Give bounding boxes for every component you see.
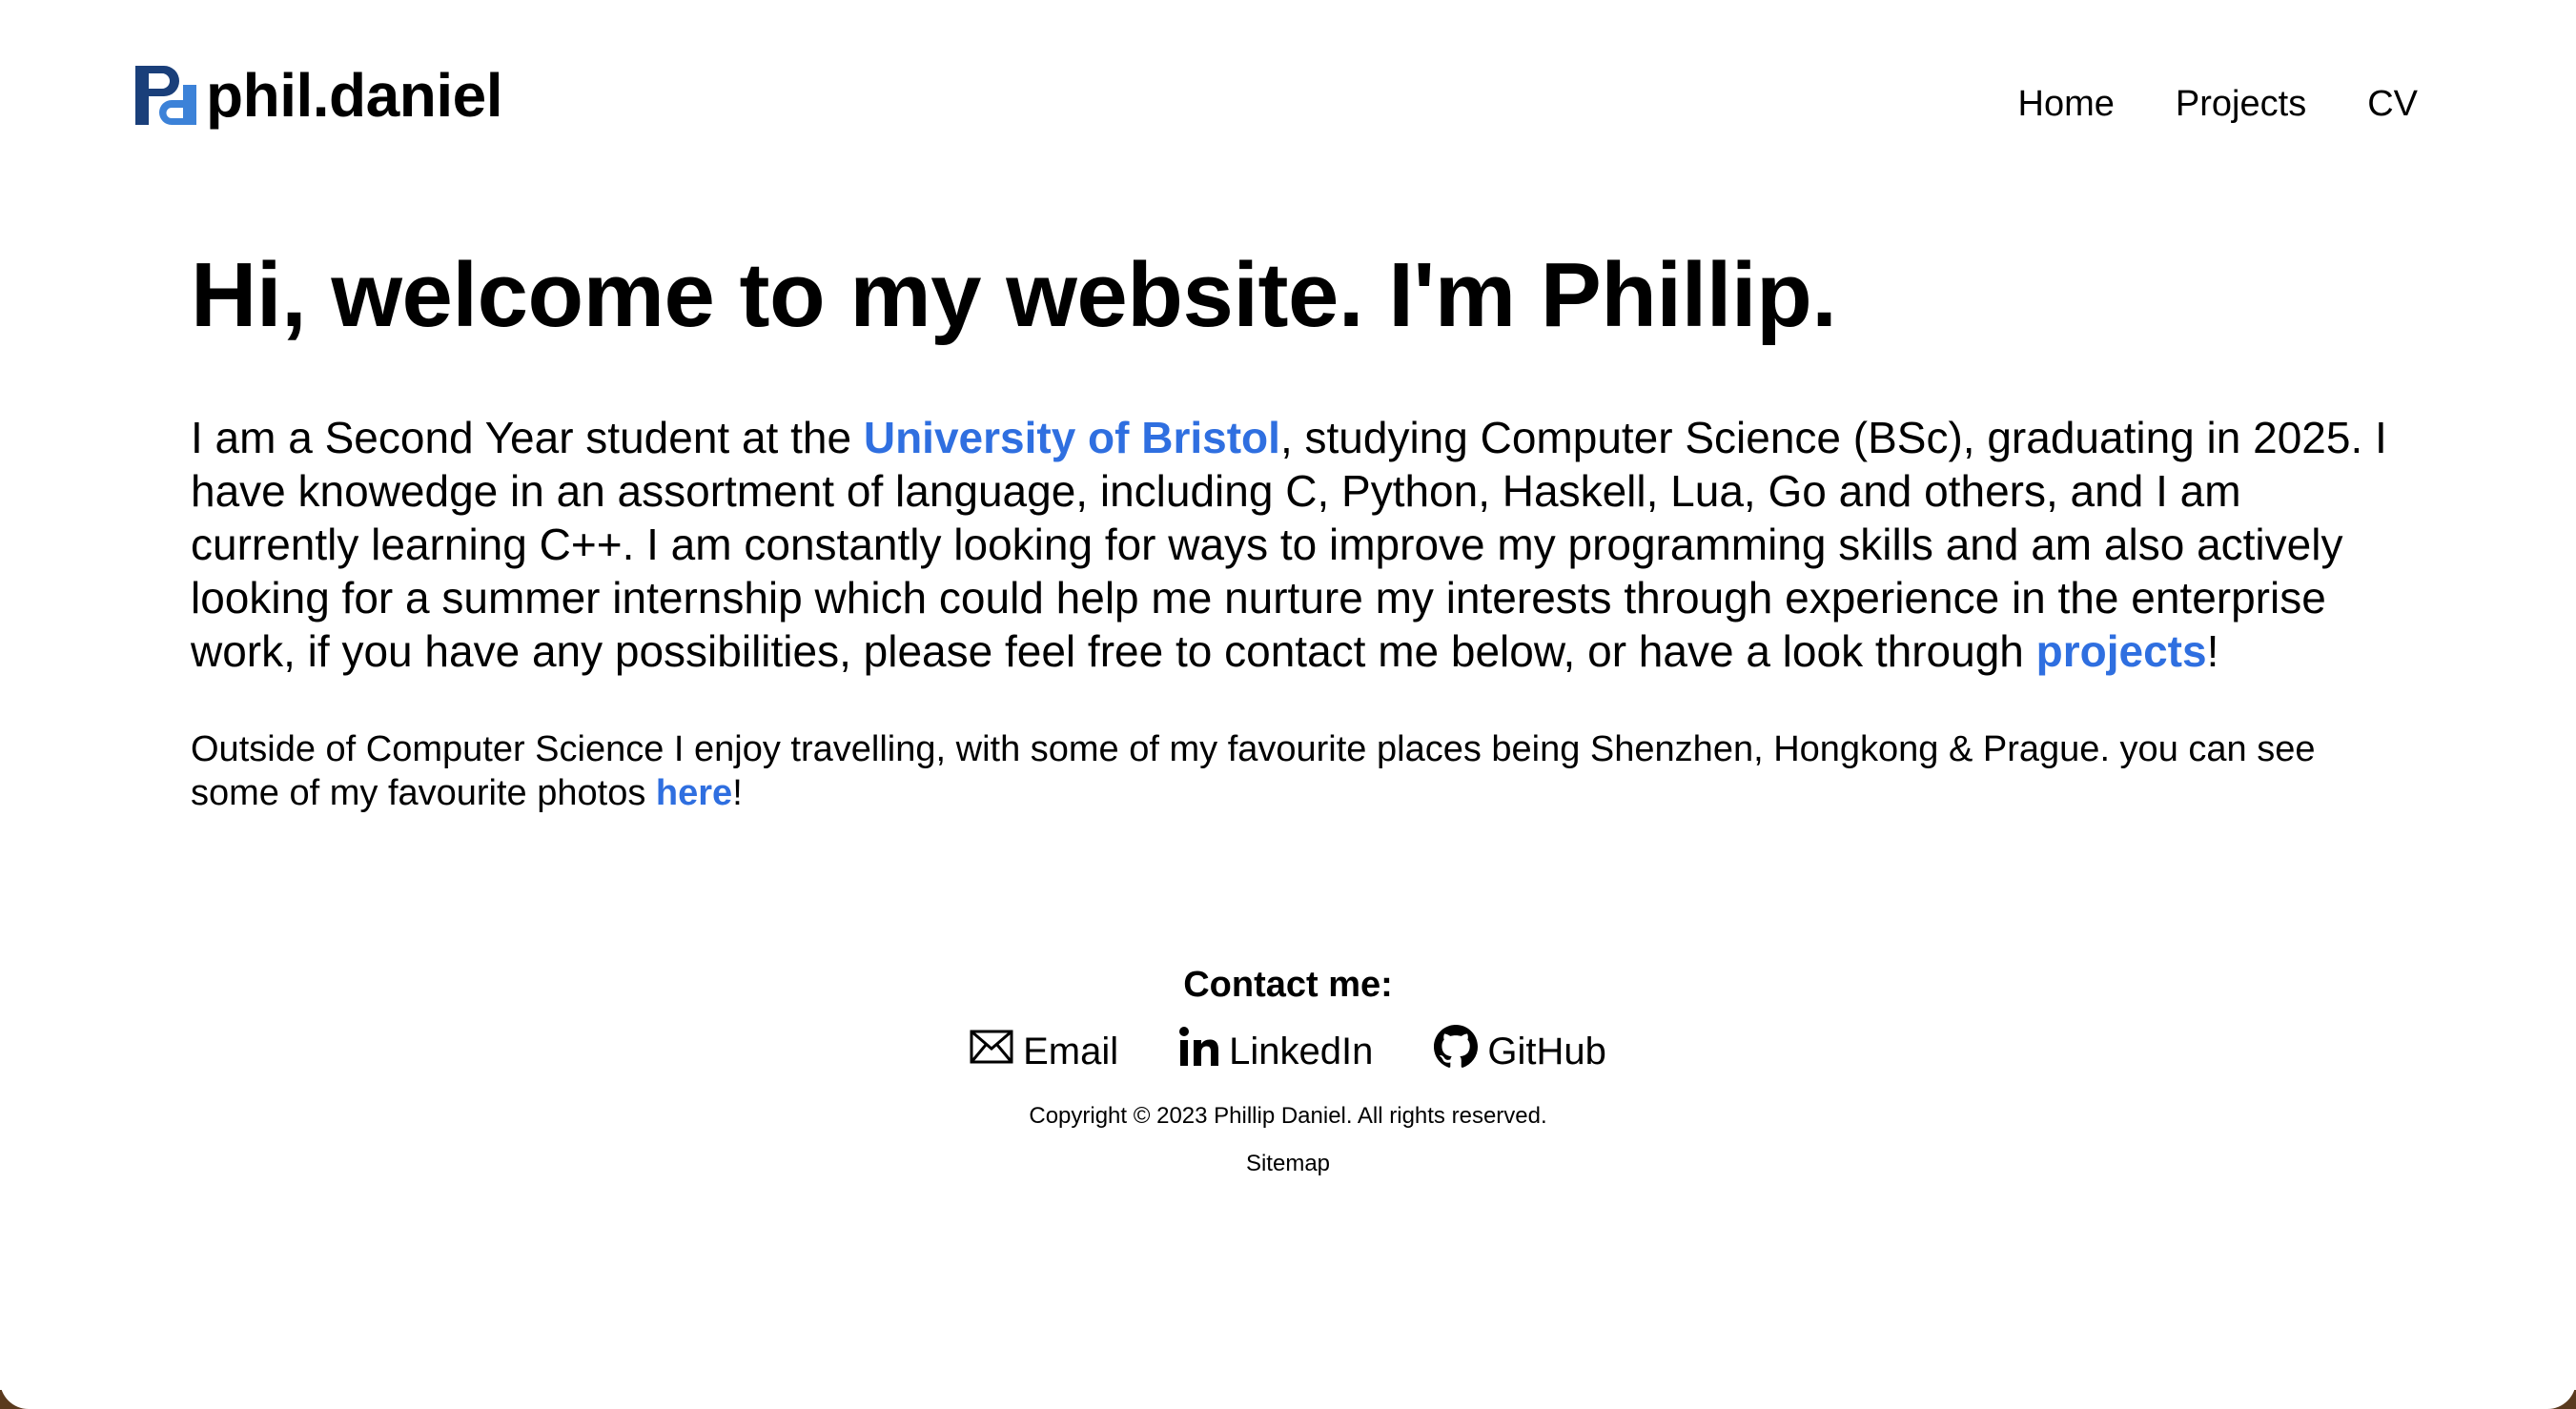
site-logo[interactable]: phil.daniel: [135, 57, 502, 133]
contact-title: Contact me:: [1183, 965, 1393, 1005]
university-link[interactable]: University of Bristol: [864, 413, 1280, 462]
nav-cv[interactable]: CV: [2367, 84, 2418, 125]
travel-text-1: Outside of Computer Science I enjoy trav…: [191, 729, 2316, 814]
linkedin-link-label: LinkedIn: [1229, 1030, 1374, 1072]
site-logo-text: phil.daniel: [206, 61, 502, 130]
projects-link[interactable]: projects: [2036, 626, 2207, 676]
site-header: phil.daniel Home Projects CV: [135, 57, 2418, 162]
github-icon: [1434, 1025, 1479, 1078]
pd-logo-icon: [135, 66, 196, 125]
email-link[interactable]: Email: [970, 1025, 1118, 1078]
nav-home[interactable]: Home: [2018, 84, 2115, 125]
travel-text-2: !: [732, 773, 743, 814]
github-link-label: GitHub: [1487, 1030, 1606, 1072]
page: phil.daniel Home Projects CV Hi, welcome…: [0, 0, 2576, 1409]
contact-section: Contact me: Email LinkedIn GitHub Copyri…: [0, 965, 2576, 1177]
intro-text-3: !: [2206, 626, 2219, 677]
travel-paragraph: Outside of Computer Science I enjoy trav…: [191, 727, 2393, 815]
intro-paragraph: I am a Second Year student at the Univer…: [191, 411, 2393, 678]
sitemap: Sitemap: [0, 1151, 2576, 1177]
github-link[interactable]: GitHub: [1434, 1025, 1606, 1078]
intro-text-1: I am a Second Year student at the: [191, 413, 864, 463]
main-nav: Home Projects CV: [2018, 84, 2418, 125]
contact-links: Email LinkedIn GitHub: [0, 1025, 2576, 1078]
linkedin-icon: [1179, 1027, 1219, 1076]
email-link-label: Email: [1023, 1030, 1119, 1072]
main-content: Hi, welcome to my website. I'm Phillip. …: [191, 243, 2393, 815]
copyright-text: Copyright © 2023 Phillip Daniel. All rig…: [1029, 1103, 1547, 1129]
linkedin-link[interactable]: LinkedIn: [1179, 1025, 1373, 1078]
sitemap-link[interactable]: Sitemap: [1246, 1151, 1330, 1176]
photos-link[interactable]: here: [656, 773, 732, 813]
page-title: Hi, welcome to my website. I'm Phillip.: [191, 244, 1837, 346]
envelope-icon: [970, 1030, 1013, 1073]
nav-projects[interactable]: Projects: [2176, 84, 2306, 125]
